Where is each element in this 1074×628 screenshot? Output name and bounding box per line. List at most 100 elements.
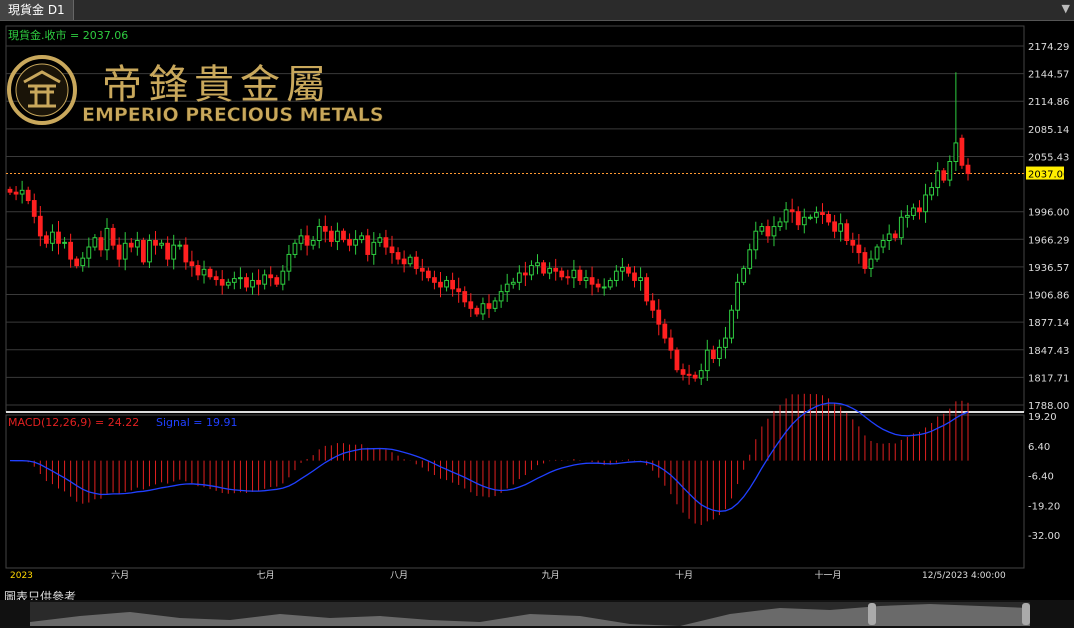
candle-up: [613, 270, 619, 281]
candle-down: [25, 189, 31, 202]
candle-down: [68, 241, 74, 260]
candle-up: [444, 279, 449, 288]
candle-down: [674, 349, 680, 371]
candle-down: [523, 272, 528, 276]
candle-down: [662, 323, 668, 339]
candle-up: [874, 246, 880, 260]
candle-up: [807, 216, 813, 219]
candle-up: [316, 226, 322, 242]
candle-up: [880, 240, 886, 248]
candle-down: [401, 258, 407, 265]
candle-down: [565, 276, 571, 279]
candle-up: [80, 257, 86, 267]
price-tick-label: 2174.29: [1028, 42, 1069, 53]
candle-up: [238, 277, 243, 280]
macd-tick-label: 6.40: [1028, 442, 1050, 453]
candle-up: [571, 269, 577, 279]
macd-tick-label: 19.20: [1028, 412, 1057, 423]
candle-up: [280, 270, 286, 285]
candle-down: [128, 242, 134, 248]
candle-down: [844, 223, 850, 242]
dropdown-arrow-icon[interactable]: ▼: [1062, 2, 1070, 15]
candle-down: [213, 276, 219, 281]
macd-tick-label: -19.20: [1028, 501, 1060, 512]
candle-up: [225, 281, 231, 286]
signal-legend: Signal = 19.91: [156, 416, 238, 429]
candle-down: [941, 170, 947, 181]
candle-up: [177, 244, 183, 247]
candle-down: [413, 256, 419, 269]
last-price-label: 2037.06: [1028, 170, 1069, 181]
candle-down: [650, 300, 656, 311]
candle-up: [310, 240, 316, 246]
candle-down: [474, 307, 480, 315]
candle-up: [741, 267, 747, 283]
candle-down: [195, 265, 201, 276]
scroll-handle-right[interactable]: [1022, 603, 1030, 625]
macd-tick-label: -6.40: [1028, 472, 1054, 483]
candle-up: [911, 207, 916, 216]
candle-down: [826, 213, 831, 223]
candle-down: [965, 164, 971, 175]
candle-down: [668, 337, 674, 351]
candle-up: [147, 240, 152, 263]
candle-down: [892, 233, 898, 239]
candle-up: [498, 291, 504, 302]
tab-chart-title[interactable]: 現貨金 D1: [0, 0, 74, 20]
scroll-handle-left[interactable]: [868, 603, 876, 625]
x-tick-label: 十月: [675, 569, 693, 581]
candle-up: [904, 214, 910, 218]
candle-down: [207, 268, 213, 278]
candle-down: [37, 215, 43, 237]
candle-up: [953, 142, 959, 163]
x-tick-label: 六月: [111, 569, 129, 581]
candle-down: [141, 240, 146, 263]
candle-down: [862, 252, 868, 269]
candle-up: [231, 278, 237, 283]
candle-down: [153, 240, 158, 246]
x-tick-label: 九月: [542, 570, 560, 581]
candle-up: [759, 226, 765, 232]
candle-up: [547, 267, 553, 274]
price-tick-label: 1906.86: [1028, 291, 1069, 302]
candle-down: [328, 230, 334, 242]
candle-down: [74, 258, 80, 267]
candle-down: [765, 226, 771, 237]
candle-down: [577, 269, 583, 281]
scrollbar-overview: [30, 602, 1030, 626]
candle-down: [219, 279, 225, 286]
candle-down: [462, 291, 468, 303]
candle-up: [583, 277, 589, 281]
price-tick-label: 1966.29: [1028, 235, 1069, 246]
chart-scrollbar[interactable]: [0, 600, 1074, 628]
candle-down: [589, 277, 595, 285]
candle-down: [553, 267, 559, 272]
brand-logo: 帝鋒貴金屬EMPERIO PRECIOUS METALS: [7, 55, 384, 126]
candle-down: [322, 226, 328, 232]
candle-up: [504, 283, 510, 293]
candle-down: [595, 283, 601, 288]
candle-up: [19, 189, 25, 195]
x-tick-label: 七月: [257, 570, 275, 581]
candle-up: [929, 187, 934, 196]
candle-down: [917, 207, 922, 213]
candle-down: [632, 272, 637, 281]
candle-down: [425, 270, 431, 279]
candle-down: [850, 240, 856, 246]
candle-down: [656, 309, 662, 325]
price-tick-label: 1996.00: [1028, 208, 1069, 219]
x-tick-label: 12/5/2023 4:00:00: [922, 571, 1006, 581]
macd-panel-frame: [5, 414, 1025, 569]
candle-up: [104, 227, 110, 251]
macd-tick-label: -32.00: [1028, 531, 1060, 542]
candle-down: [304, 235, 310, 246]
candle-up: [50, 231, 55, 244]
candle-down: [98, 237, 104, 251]
price-tick-label: 2144.57: [1028, 70, 1069, 81]
candle-up: [292, 242, 298, 255]
candle-down: [710, 349, 716, 360]
tab-bar: 現貨金 D1 ▼: [0, 0, 1074, 21]
candle-down: [389, 246, 395, 254]
candle-up: [529, 265, 534, 276]
candle-up: [601, 286, 607, 289]
